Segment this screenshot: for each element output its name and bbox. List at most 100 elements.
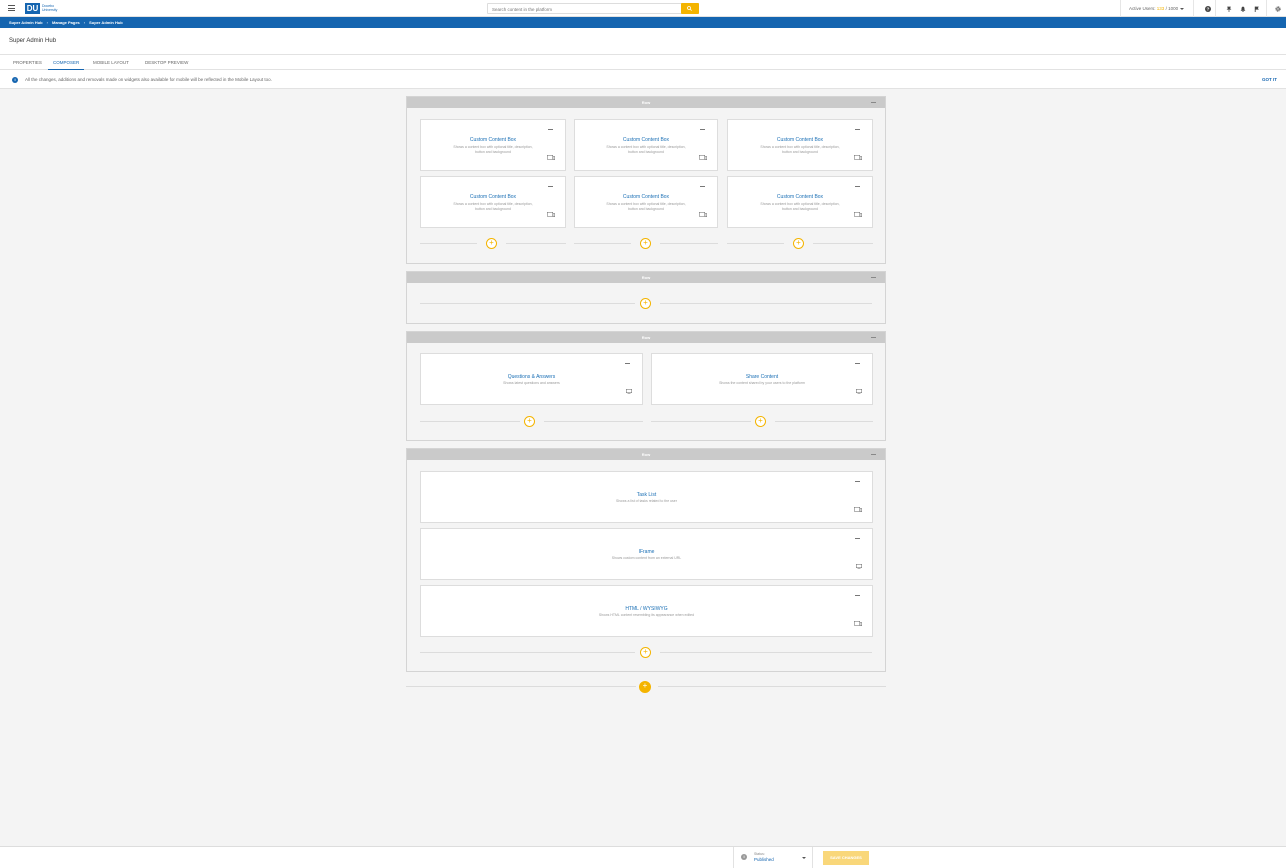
flag-icon[interactable] bbox=[1250, 0, 1264, 17]
row-label: Row bbox=[641, 335, 651, 340]
footer-bar: i Status: Published SAVE CHANGES bbox=[0, 846, 1286, 868]
active-users-total: / 1000 bbox=[1165, 6, 1179, 11]
widget-iframe[interactable]: IFrame Shows custom content from an exte… bbox=[420, 528, 873, 580]
widget-menu-icon[interactable] bbox=[855, 538, 860, 539]
widget-description: Shows a content box with optional title,… bbox=[453, 145, 533, 154]
row-menu-icon[interactable] bbox=[871, 454, 876, 455]
divider bbox=[420, 243, 477, 244]
tab-mobile-layout[interactable]: MOBILE LAYOUT bbox=[93, 55, 129, 70]
widget-html-wysiwyg[interactable]: HTML / WYSIWYG Shows HTML content resemb… bbox=[420, 585, 873, 637]
widget-custom-content-box[interactable]: Custom Content Box Shows a content box w… bbox=[727, 176, 873, 228]
add-widget-line: + bbox=[420, 647, 872, 658]
widget-custom-content-box[interactable]: Custom Content Box Shows a content box w… bbox=[574, 119, 718, 171]
add-widget-button[interactable]: + bbox=[640, 238, 651, 249]
tab-desktop-preview[interactable]: DESKTOP PREVIEW bbox=[145, 55, 188, 70]
breadcrumb-separator: › bbox=[83, 20, 86, 25]
widget-menu-icon[interactable] bbox=[548, 186, 553, 187]
widget-custom-content-box[interactable]: Custom Content Box Shows a content box w… bbox=[727, 119, 873, 171]
pin-icon[interactable] bbox=[1222, 0, 1236, 17]
divider bbox=[727, 243, 784, 244]
widget-menu-icon[interactable] bbox=[855, 363, 860, 364]
help-icon[interactable]: ? bbox=[1201, 0, 1215, 17]
active-users-count: 133 bbox=[1156, 6, 1165, 11]
monitor-icon bbox=[856, 564, 862, 569]
widget-title: Custom Content Box bbox=[622, 137, 670, 143]
widget-menu-icon[interactable] bbox=[548, 129, 553, 130]
add-widget-button[interactable]: + bbox=[640, 298, 651, 309]
divider bbox=[1215, 0, 1216, 17]
logo[interactable]: DU Docebo University bbox=[25, 3, 63, 14]
widget-task-list[interactable]: Task List Shows a list of tasks related … bbox=[420, 471, 873, 523]
monitor-mobile-icon bbox=[854, 507, 862, 512]
divider bbox=[813, 243, 873, 244]
breadcrumb-separator: › bbox=[46, 20, 48, 25]
composer-row: Row Questions & Answers Shows latest que… bbox=[406, 331, 886, 441]
tab-composer[interactable]: COMPOSER bbox=[48, 55, 85, 70]
widget-description: Shows a content box with optional title,… bbox=[453, 202, 533, 211]
widget-title: Share Content bbox=[745, 374, 779, 380]
widget-menu-icon[interactable] bbox=[855, 481, 860, 482]
widget-menu-icon[interactable] bbox=[625, 363, 630, 364]
tab-properties[interactable]: PROPERTIES bbox=[13, 55, 42, 70]
row-header[interactable]: Row bbox=[407, 97, 885, 108]
add-widget-line: + bbox=[727, 238, 873, 249]
row-label: Row bbox=[641, 275, 651, 280]
widget-description: Shows a content box with optional title,… bbox=[760, 202, 840, 211]
monitor-mobile-icon bbox=[699, 212, 707, 217]
logo-mark: DU bbox=[25, 3, 40, 14]
widget-description: Shows a list of tasks related to the use… bbox=[616, 499, 677, 503]
widget-share-content[interactable]: Share Content Shows the content shared b… bbox=[651, 353, 873, 405]
bell-icon[interactable] bbox=[1236, 0, 1250, 17]
add-widget-button[interactable]: + bbox=[755, 416, 766, 427]
add-widget-line: + bbox=[574, 238, 718, 249]
top-bar: DU Docebo University Active Users: 133 /… bbox=[0, 0, 1286, 17]
row-label: Row bbox=[641, 452, 651, 457]
row-menu-icon[interactable] bbox=[871, 277, 876, 278]
add-row-button[interactable]: + bbox=[639, 681, 651, 693]
row-header[interactable]: Row bbox=[407, 272, 885, 283]
divider bbox=[1266, 0, 1267, 17]
active-users-dropdown[interactable]: Active Users: 133 / 1000 bbox=[1120, 0, 1194, 17]
row-menu-icon[interactable] bbox=[871, 102, 876, 103]
info-icon: i bbox=[741, 854, 747, 860]
row-label: Row bbox=[641, 100, 651, 105]
divider bbox=[406, 686, 636, 687]
add-widget-button[interactable]: + bbox=[793, 238, 804, 249]
search-icon bbox=[687, 6, 692, 11]
add-widget-button[interactable]: + bbox=[524, 416, 535, 427]
widget-menu-icon[interactable] bbox=[855, 186, 860, 187]
row-header[interactable]: Row bbox=[407, 449, 885, 460]
chevron-down-icon bbox=[1180, 7, 1185, 10]
add-widget-button[interactable]: + bbox=[486, 238, 497, 249]
monitor-mobile-icon bbox=[854, 155, 862, 160]
widget-menu-icon[interactable] bbox=[855, 129, 860, 130]
breadcrumb-item[interactable]: Super Admin Hub bbox=[9, 20, 43, 25]
monitor-icon bbox=[626, 389, 632, 394]
page-header: Super Admin Hub bbox=[0, 28, 1286, 55]
row-menu-icon[interactable] bbox=[871, 337, 876, 338]
widget-title: Custom Content Box bbox=[469, 194, 517, 200]
status-dropdown[interactable]: i Status: Published bbox=[733, 847, 813, 868]
widget-menu-icon[interactable] bbox=[855, 595, 860, 596]
gear-icon[interactable] bbox=[1271, 0, 1285, 17]
widget-menu-icon[interactable] bbox=[700, 186, 705, 187]
widget-custom-content-box[interactable]: Custom Content Box Shows a content box w… bbox=[574, 176, 718, 228]
widget-custom-content-box[interactable]: Custom Content Box Shows a content box w… bbox=[420, 119, 566, 171]
page-title: Super Admin Hub bbox=[9, 38, 57, 44]
widget-custom-content-box[interactable]: Custom Content Box Shows a content box w… bbox=[420, 176, 566, 228]
divider bbox=[420, 303, 635, 304]
row-header[interactable]: Row bbox=[407, 332, 885, 343]
widget-description: Shows a content box with optional title,… bbox=[606, 202, 686, 211]
menu-icon[interactable] bbox=[8, 5, 15, 11]
search-button[interactable] bbox=[681, 3, 699, 14]
save-changes-button[interactable]: SAVE CHANGES bbox=[823, 851, 869, 865]
add-widget-button[interactable]: + bbox=[640, 647, 651, 658]
search-input[interactable] bbox=[492, 5, 672, 13]
composer-row: Row Custom Content Box Shows a content b… bbox=[406, 96, 886, 264]
breadcrumb-item[interactable]: Manage Pages bbox=[52, 20, 80, 25]
got-it-button[interactable]: GOT IT bbox=[1262, 70, 1277, 89]
monitor-mobile-icon bbox=[699, 155, 707, 160]
widget-questions-answers[interactable]: Questions & Answers Shows latest questio… bbox=[420, 353, 643, 405]
divider bbox=[775, 421, 873, 422]
widget-menu-icon[interactable] bbox=[700, 129, 705, 130]
